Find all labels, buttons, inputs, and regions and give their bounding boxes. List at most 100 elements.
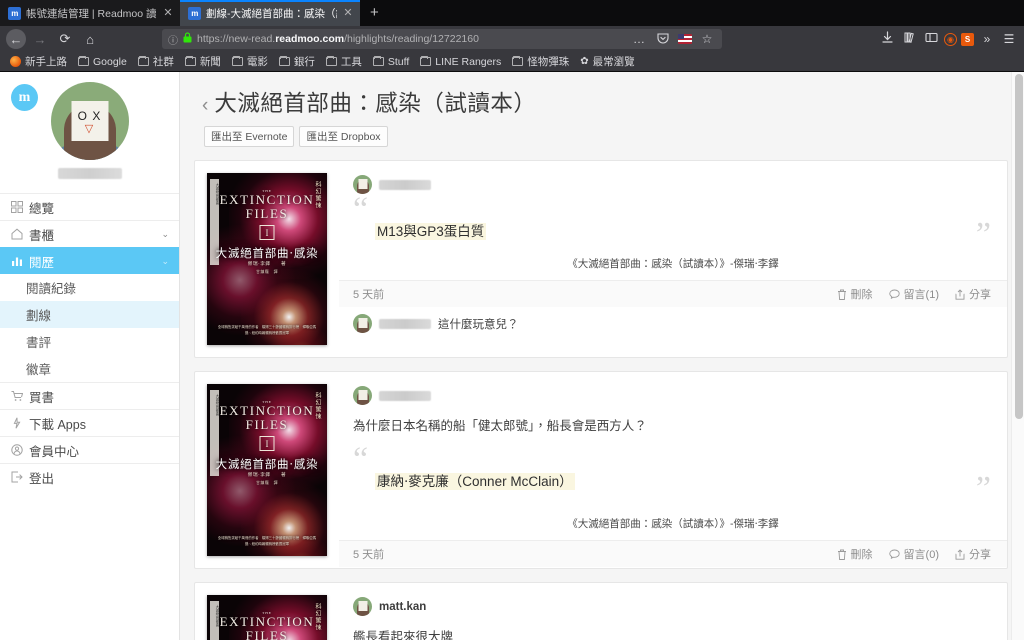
delete-button[interactable]: 刪除 <box>837 286 873 302</box>
back-icon[interactable]: ← <box>6 29 26 49</box>
card-footer: 5 天前 刪除 <box>339 540 1007 568</box>
bookmark-label: 電影 <box>246 56 268 68</box>
bookmark-item[interactable]: 怪物彈珠 <box>508 53 573 70</box>
comment-label: 留言(0) <box>903 549 939 562</box>
site-info-icon[interactable]: ⓘ <box>168 32 178 47</box>
library-icon[interactable] <box>900 31 918 47</box>
bookmark-label: 社群 <box>152 56 174 68</box>
page-title: 大滅絕首部曲：感染（試讀本） <box>214 91 537 116</box>
cover-blurb: 全球銷售突破千萬冊的作者 橫掃三十餘國暢銷排行榜 蟬聯亞馬遜、紐約時報暢銷榜數週… <box>217 325 317 335</box>
share-label: 分享 <box>969 549 991 562</box>
export-dropbox-button[interactable]: 匯出至 Dropbox <box>299 126 388 147</box>
bookmark-item[interactable]: 新聞 <box>181 53 225 70</box>
chevron-down-icon[interactable]: ⌄ <box>161 256 169 267</box>
reload-icon[interactable]: ⟳ <box>54 29 76 49</box>
comment-button[interactable]: 留言(0) <box>888 546 939 562</box>
addon-square-icon[interactable]: S <box>961 32 974 46</box>
bookmark-item[interactable]: LINE Rangers <box>416 55 505 69</box>
user-circle-glyph <box>10 444 23 456</box>
trash-icon <box>837 549 847 560</box>
bookmark-item[interactable]: 銀行 <box>275 53 319 70</box>
tab-title: 帳號連結管理 | Readmoo 讀墨電子書 <box>26 7 157 20</box>
bookmark-label: 最常瀏覽 <box>592 56 635 68</box>
shopping-cart-glyph <box>11 391 23 401</box>
comment-button[interactable]: 留言(1) <box>888 286 939 302</box>
bookmark-item[interactable]: Google <box>74 55 131 69</box>
hamburger-menu-icon[interactable]: ☰ <box>1000 32 1018 46</box>
url-text: https://new-read.readmoo.com/highlights/… <box>197 33 479 45</box>
sidebar-item-book-reviews[interactable]: 書評 <box>0 328 179 355</box>
pocket-icon[interactable] <box>654 32 672 47</box>
page-actions-icon[interactable]: … <box>630 32 648 46</box>
bookmark-star-icon[interactable]: ☆ <box>698 32 716 46</box>
close-icon[interactable]: ✕ <box>162 7 174 19</box>
app-sidebar: m O X ▽ 總覽 書櫃 ⌄ 閱歷 ⌄ 閱讀紀錄 劃線 書評 徽章 買書 下載… <box>0 72 180 640</box>
bookmark-item[interactable]: 電影 <box>228 53 272 70</box>
sidebar-item-buy-books[interactable]: 買書 <box>0 382 179 409</box>
addon-circle-icon[interactable]: ◉ <box>944 32 957 46</box>
vertical-scrollbar[interactable] <box>1011 72 1024 640</box>
avatar[interactable] <box>353 597 372 616</box>
cover-translator: 甘鎮隴 譯 <box>256 480 278 485</box>
username-redacted <box>379 390 431 401</box>
bookmark-item[interactable]: 新手上路 <box>6 53 71 70</box>
sidebar-item-member-center[interactable]: 會員中心 <box>0 436 179 463</box>
quote-open-icon: “ <box>353 191 369 228</box>
house-glyph <box>11 228 22 240</box>
share-button[interactable]: 分享 <box>955 286 991 302</box>
lock-icon <box>183 32 192 46</box>
sidebar-item-overview[interactable]: 總覽 <box>0 193 179 220</box>
sidebar-toggle-icon[interactable] <box>922 31 940 47</box>
browser-tab-2[interactable]: m 劃線-大滅絕首部曲：感染（試讀本） ✕ <box>180 0 360 26</box>
speech-bubble-icon <box>888 289 900 300</box>
avatar[interactable]: O X ▽ <box>50 82 129 160</box>
close-icon[interactable]: ✕ <box>342 7 354 19</box>
member-icon <box>10 444 23 456</box>
bookmark-item[interactable]: 工具 <box>322 53 366 70</box>
cover-english-title: THE EXTINCTION FILES <box>207 189 327 220</box>
book-cover: 大滅絕首部曲 科幻驚悚 THE EXTINCTION FILES I 大滅絕首部… <box>207 595 327 640</box>
bookmark-item[interactable]: Stuff <box>369 55 413 69</box>
downloads-icon[interactable] <box>878 31 896 47</box>
book-cover-wrap[interactable]: 大滅絕首部曲 科幻驚悚 THE EXTINCTION FILES I 大滅絕首部… <box>195 372 339 568</box>
quote-open-icon: “ <box>353 441 369 478</box>
overflow-chevron-icon[interactable]: » <box>978 32 996 46</box>
sidebar-item-logout[interactable]: 登出 <box>0 463 179 490</box>
book-cover-wrap[interactable]: 大滅絕首部曲 科幻驚悚 THE EXTINCTION FILES I 大滅絕首部… <box>195 161 339 357</box>
speech-bubble-glyph <box>888 549 900 560</box>
us-flag-icon[interactable] <box>678 34 692 44</box>
browser-tab-1[interactable]: m 帳號連結管理 | Readmoo 讀墨電子書 ✕ <box>0 0 180 26</box>
sidebar-item-reading-log[interactable]: 閱讀紀錄 <box>0 274 179 301</box>
sidebar-item-bookshelf[interactable]: 書櫃 ⌄ <box>0 220 179 247</box>
share-upload-glyph <box>955 549 965 560</box>
avatar[interactable] <box>353 314 372 334</box>
download-arrow-glyph <box>881 31 893 43</box>
cover-eng-line2: FILES <box>245 627 289 640</box>
avatar[interactable] <box>353 386 372 405</box>
chevron-down-icon[interactable]: ⌄ <box>161 229 169 240</box>
bookmark-label: 新手上路 <box>25 56 67 68</box>
sidebar-item-highlights[interactable]: 劃線 <box>0 301 179 328</box>
address-bar[interactable]: ⓘ https://new-read.readmoo.com/highlight… <box>162 29 722 49</box>
username[interactable]: matt.kan <box>379 601 426 613</box>
sidebar-item-badges[interactable]: 徽章 <box>0 355 179 382</box>
comment-label: 留言(1) <box>903 289 939 302</box>
export-evernote-button[interactable]: 匯出至 Evernote <box>204 126 295 147</box>
grid-glyph <box>10 201 23 213</box>
sidebar-item-label: 徽章 <box>26 363 52 377</box>
book-cover-wrap[interactable]: 大滅絕首部曲 科幻驚悚 THE EXTINCTION FILES I 大滅絕首部… <box>195 583 339 640</box>
back-chevron-icon[interactable]: ‹ <box>202 96 208 115</box>
delete-button[interactable]: 刪除 <box>837 546 873 562</box>
new-tab-button[interactable]: + <box>360 0 389 26</box>
forward-icon[interactable]: → <box>29 29 51 49</box>
bookmark-label: 銀行 <box>293 56 315 68</box>
readmoo-logo-icon[interactable]: m <box>11 84 38 111</box>
bookmark-item[interactable]: ✿ 最常瀏覽 <box>576 53 638 70</box>
scrollbar-thumb[interactable] <box>1014 74 1023 419</box>
share-button[interactable]: 分享 <box>955 546 991 562</box>
bookmark-label: Google <box>93 55 127 68</box>
sidebar-item-reading-history[interactable]: 閱歷 ⌄ <box>0 247 179 274</box>
bookmark-item[interactable]: 社群 <box>134 53 178 70</box>
sidebar-item-download-apps[interactable]: 下載 Apps <box>0 409 179 436</box>
home-icon[interactable]: ⌂ <box>79 29 101 49</box>
